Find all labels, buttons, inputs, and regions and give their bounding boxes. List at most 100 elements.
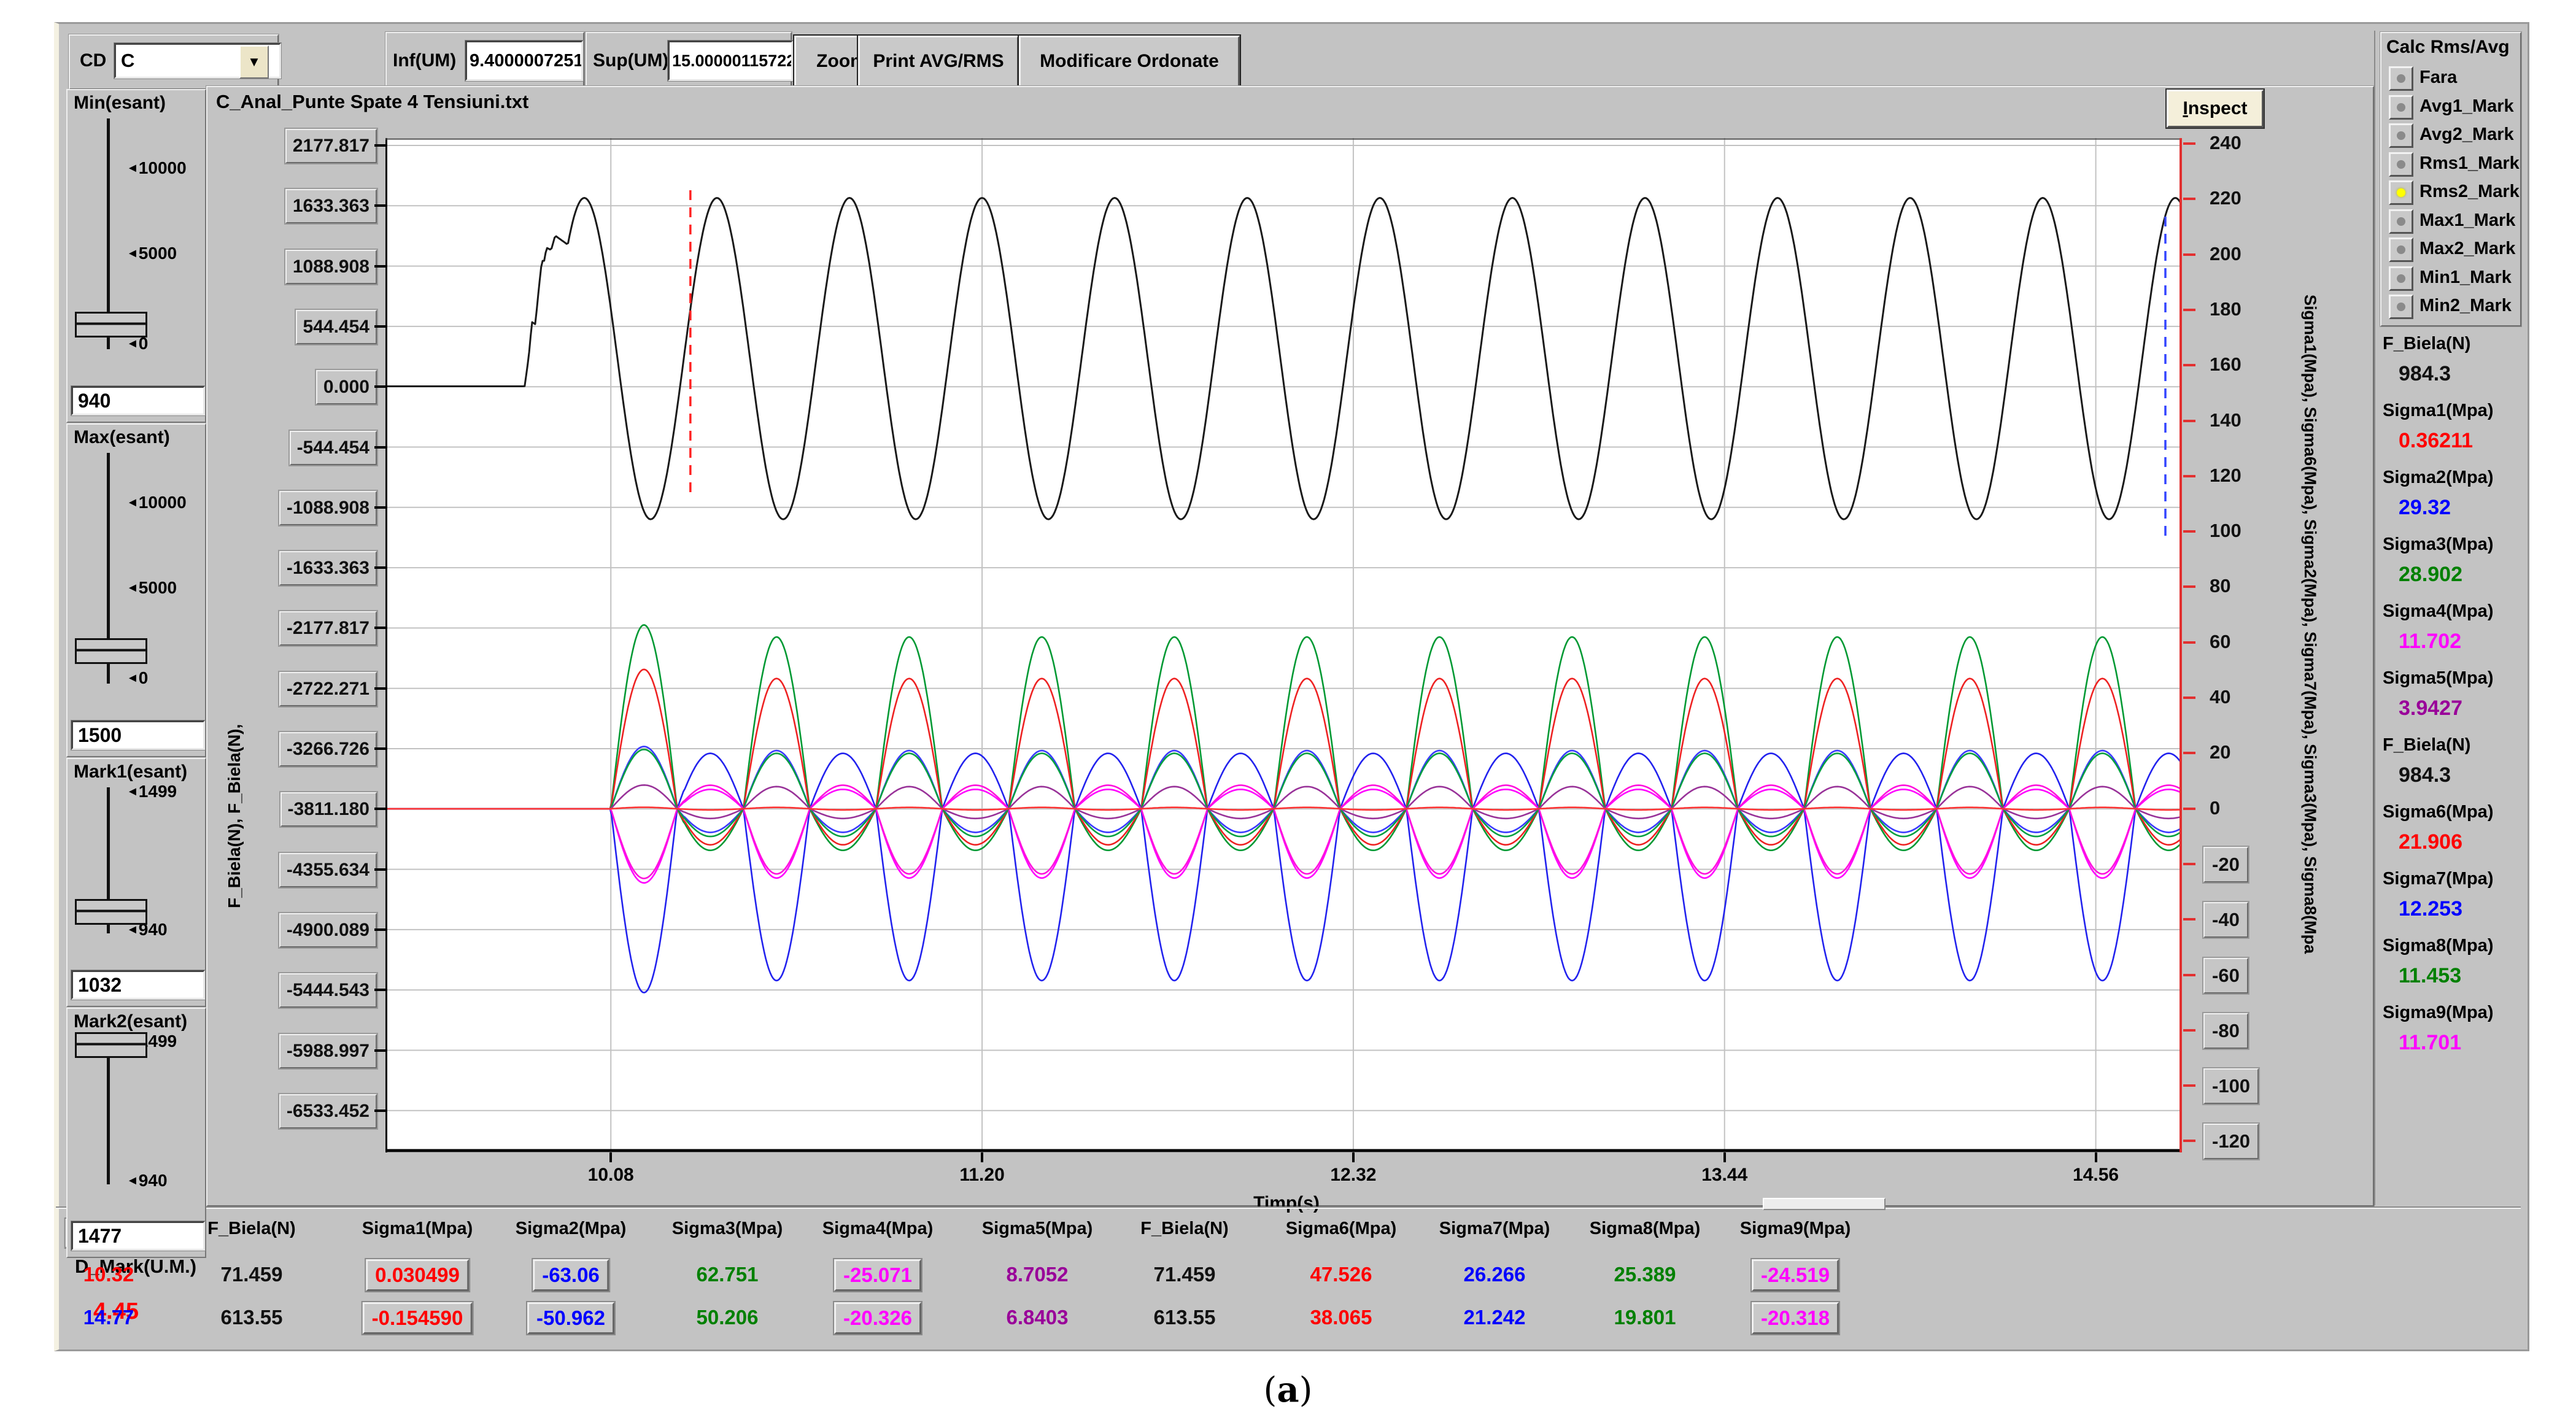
inspect-button[interactable]: Inspect bbox=[2167, 90, 2264, 128]
right-axis-label: 60 bbox=[2210, 631, 2230, 653]
calc-radio-Min2_Mark[interactable] bbox=[2389, 295, 2413, 319]
calc-option-label: Avg1_Mark bbox=[2419, 96, 2514, 117]
y-axis-tick bbox=[374, 687, 385, 690]
print-avg-rms-button[interactable]: Print AVG/RMS bbox=[858, 36, 1019, 87]
sup-input[interactable]: 15.00000115722 bbox=[668, 41, 793, 81]
readout-value: 984.3 bbox=[2399, 763, 2451, 787]
table-cell: -24.519 bbox=[1752, 1259, 1839, 1291]
right-axis-label: 80 bbox=[2210, 575, 2230, 597]
table-header-Sigma8(Mpa): Sigma8(Mpa) bbox=[1590, 1219, 1700, 1239]
calc-radio-Avg2_Mark[interactable] bbox=[2389, 123, 2413, 148]
y-axis-tick bbox=[374, 747, 385, 750]
modificare-button-label: Modificare Ordonate bbox=[1040, 51, 1219, 72]
calc-radio-Rms1_Mark[interactable] bbox=[2389, 152, 2413, 177]
table-cell: 21.242 bbox=[1464, 1306, 1526, 1329]
sup-value: 15.00000115722 bbox=[672, 52, 793, 71]
inf-input[interactable]: 9.4000007251 bbox=[465, 41, 583, 81]
slider-tick-label: ◄10000 bbox=[126, 493, 187, 512]
readout-value: 3.9427 bbox=[2399, 696, 2462, 720]
table-header-Sigma1(Mpa): Sigma1(Mpa) bbox=[362, 1219, 473, 1239]
y-axis-tick bbox=[374, 1049, 385, 1052]
plot-background bbox=[385, 138, 2182, 1152]
table-cell: -0.154590 bbox=[363, 1302, 473, 1334]
slider-handle-Min(esant)[interactable] bbox=[75, 312, 147, 338]
table-cell: 6.8403 bbox=[1007, 1306, 1069, 1329]
x-axis-tick-label: 14.56 bbox=[2047, 1165, 2145, 1186]
radio-dot bbox=[2397, 160, 2405, 169]
table-cell: 26.266 bbox=[1464, 1263, 1526, 1286]
x-axis-tick-label: 12.32 bbox=[1304, 1165, 1402, 1186]
slider-input-Mark1(esant)[interactable]: 1032 bbox=[71, 970, 205, 1000]
calc-radio-Min1_Mark[interactable] bbox=[2389, 266, 2413, 291]
radio-dot-selected bbox=[2397, 188, 2405, 197]
right-axis-label-boxed: -80 bbox=[2203, 1013, 2248, 1049]
cd-label: CD bbox=[80, 50, 106, 71]
readout-label: Sigma6(Mpa) bbox=[2383, 802, 2493, 822]
right-axis-tick bbox=[2183, 808, 2195, 810]
y-axis-label: -4900.089 bbox=[279, 913, 377, 947]
calc-radio-Rms2_Mark[interactable] bbox=[2389, 180, 2413, 205]
splitter-handle[interactable] bbox=[1763, 1198, 1886, 1210]
right-axis-label-boxed: -20 bbox=[2203, 847, 2248, 882]
cd-dropdown-arrow-icon[interactable]: ▼ bbox=[239, 45, 269, 79]
readout-label: Sigma2(Mpa) bbox=[2383, 468, 2493, 488]
slider-input-Max(esant)[interactable]: 1500 bbox=[71, 720, 205, 750]
calc-radio-Max2_Mark[interactable] bbox=[2389, 237, 2413, 262]
calc-radio-Avg1_Mark[interactable] bbox=[2389, 95, 2413, 120]
calc-option-label: Max1_Mark bbox=[2419, 210, 2515, 231]
readout-label: Sigma1(Mpa) bbox=[2383, 401, 2493, 421]
calc-radio-Fara[interactable] bbox=[2389, 66, 2413, 91]
modificare-ordonate-button[interactable]: Modificare Ordonate bbox=[1019, 36, 1240, 87]
y-axis-label: -5444.543 bbox=[279, 973, 377, 1008]
y-axis-tick bbox=[374, 204, 385, 207]
readout-value: 984.3 bbox=[2399, 362, 2451, 386]
table-cell: 8.7052 bbox=[1007, 1263, 1069, 1286]
chart-title: C_Anal_Punte Spate 4 Tensiuni.txt bbox=[216, 91, 528, 113]
table-cell: 62.751 bbox=[697, 1263, 759, 1286]
table-cell: 71.459 bbox=[1154, 1263, 1216, 1286]
slider-input-Min(esant)[interactable]: 940 bbox=[71, 386, 205, 415]
y-axis-label: -4355.634 bbox=[279, 853, 377, 887]
table-header-Sigma5(Mpa): Sigma5(Mpa) bbox=[982, 1219, 1093, 1239]
slider-tick-label: ◄10000 bbox=[126, 158, 187, 178]
slider-handle-Mark2(esant)[interactable] bbox=[75, 1032, 147, 1058]
x-axis-tick bbox=[2095, 1152, 2097, 1162]
left-axis-title: F_Biela(N), F_Biela(N), bbox=[225, 528, 244, 908]
y-axis-label: 544.454 bbox=[296, 310, 377, 344]
slider-input-Mark2(esant)[interactable]: 1477 bbox=[71, 1221, 205, 1251]
y-axis-label: -6533.452 bbox=[279, 1094, 377, 1129]
x-axis-tick bbox=[1723, 1152, 1726, 1162]
y-axis-tick bbox=[374, 265, 385, 268]
right-axis-tick bbox=[2183, 475, 2195, 477]
slider-handle-Max(esant)[interactable] bbox=[75, 638, 147, 664]
right-axis-label-boxed: -120 bbox=[2203, 1124, 2259, 1159]
waveform-plot[interactable] bbox=[385, 138, 2182, 1152]
radio-dot bbox=[2397, 245, 2405, 254]
readout-label: F_Biela(N) bbox=[2383, 334, 2470, 354]
right-axis-label-boxed: -100 bbox=[2203, 1068, 2259, 1104]
calc-option-label: Rms2_Mark bbox=[2419, 182, 2520, 202]
right-axis-label: 40 bbox=[2210, 686, 2230, 708]
y-axis-label: -3266.726 bbox=[279, 732, 377, 766]
readout-label: Sigma3(Mpa) bbox=[2383, 534, 2493, 555]
table-cell: -20.318 bbox=[1752, 1302, 1839, 1334]
slider-tick-label: ◄0 bbox=[126, 668, 148, 688]
slider-track-Mark2(esant)[interactable] bbox=[107, 1037, 110, 1184]
divider-highlight bbox=[56, 1208, 2521, 1209]
calc-option-label: Fara bbox=[2419, 68, 2457, 88]
readout-value: 11.702 bbox=[2399, 630, 2461, 654]
slider-tick-label: ◄5000 bbox=[126, 244, 177, 263]
right-axis-label: 120 bbox=[2210, 465, 2241, 487]
calc-radio-Max1_Mark[interactable] bbox=[2389, 209, 2413, 234]
y-axis-tick bbox=[374, 506, 385, 509]
readout-label: Sigma8(Mpa) bbox=[2383, 936, 2493, 956]
y-axis-label: 1088.908 bbox=[285, 250, 377, 284]
right-axis-label-boxed: -40 bbox=[2203, 902, 2248, 938]
slider-handle-Mark1(esant)[interactable] bbox=[75, 899, 147, 925]
calc-option-label: Min1_Mark bbox=[2419, 268, 2512, 288]
x-axis-tick-label: 13.44 bbox=[1676, 1165, 1774, 1186]
y-axis-label: -1088.908 bbox=[279, 491, 377, 525]
cd-group: CD C ▼ bbox=[69, 34, 279, 90]
y-axis-label: -2177.817 bbox=[279, 611, 377, 646]
right-axis-tick bbox=[2183, 1029, 2195, 1032]
